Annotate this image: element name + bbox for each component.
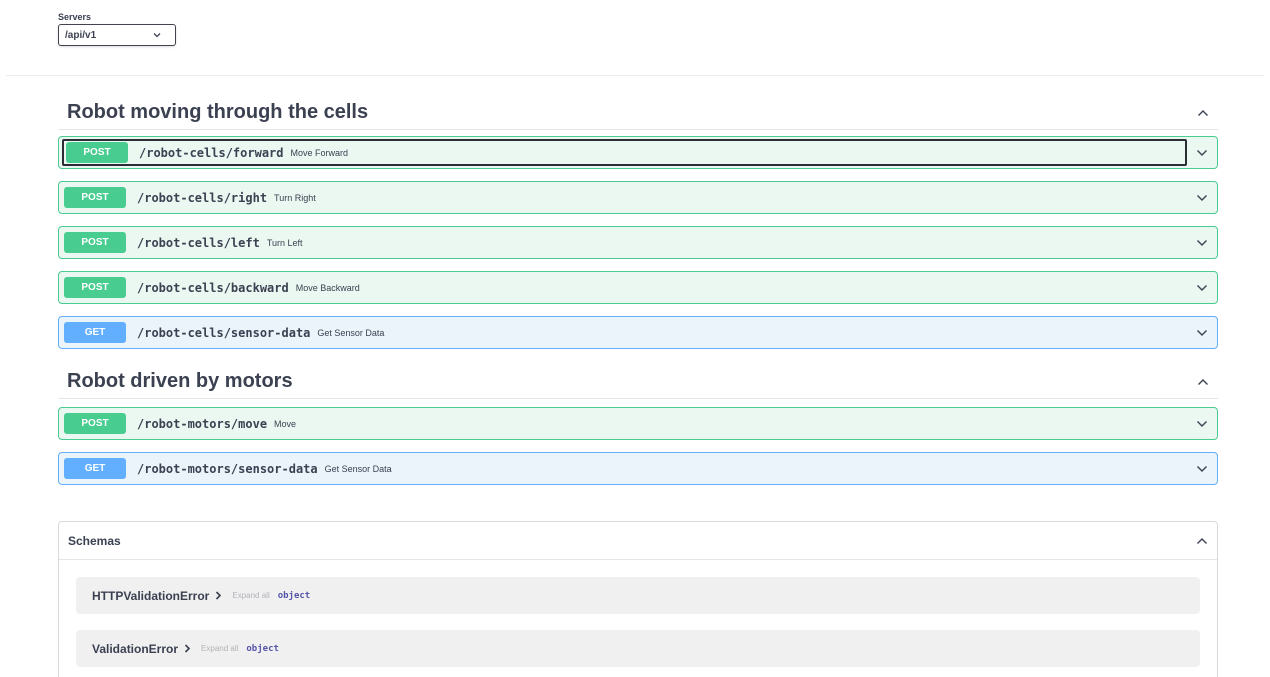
method-badge: POST xyxy=(64,232,126,253)
operation-summary-text: Move Backward xyxy=(295,282,360,293)
chevron-down-icon[interactable] xyxy=(1187,137,1217,168)
expand-all-link[interactable]: Expand all xyxy=(201,644,238,653)
schemas-header[interactable]: Schemas xyxy=(59,522,1217,560)
operation-get-robot-cells-sensor-data[interactable]: GET /robot-cells/sensor-data Get Sensor … xyxy=(58,316,1218,349)
chevron-down-icon[interactable] xyxy=(1187,453,1217,484)
tag-title: Robot driven by motors xyxy=(67,370,293,392)
chevron-down-icon[interactable] xyxy=(1187,182,1217,213)
method-badge: POST xyxy=(66,142,128,163)
schema-name[interactable]: ValidationError xyxy=(92,642,178,656)
method-badge: GET xyxy=(64,458,126,479)
tag-header-robot-motors[interactable]: Robot driven by motors xyxy=(58,365,1218,399)
operation-path: /robot-motors/move xyxy=(137,416,268,431)
schema-name[interactable]: HTTPValidationError xyxy=(92,589,209,603)
operation-summary-text: Turn Right xyxy=(274,192,316,203)
operation-post-robot-cells-left[interactable]: POST /robot-cells/left Turn Left xyxy=(58,226,1218,259)
operation-summary[interactable]: POST /robot-cells/forward Move Forward xyxy=(62,139,1187,166)
operation-summary[interactable]: POST /robot-cells/right Turn Right xyxy=(62,184,1187,211)
operation-summary-text: Turn Left xyxy=(266,237,303,248)
chevron-down-icon xyxy=(153,32,161,38)
schema-type: object xyxy=(246,643,279,654)
method-badge: POST xyxy=(64,187,126,208)
chevron-up-icon[interactable] xyxy=(1188,378,1218,386)
operation-summary[interactable]: GET /robot-cells/sensor-data Get Sensor … xyxy=(62,319,1187,346)
method-badge: GET xyxy=(64,322,126,343)
chevron-down-icon[interactable] xyxy=(1187,408,1217,439)
schemas-title: Schemas xyxy=(68,533,121,548)
chevron-right-icon[interactable] xyxy=(215,591,222,600)
operation-summary-text: Get Sensor Data xyxy=(324,463,392,474)
operation-summary-text: Move xyxy=(274,418,297,429)
operation-path: /robot-cells/forward xyxy=(139,145,284,160)
schemas-section: Schemas HTTPValidationError Expand all o… xyxy=(58,521,1218,677)
operation-summary[interactable]: POST /robot-cells/backward Move Backward xyxy=(62,274,1187,301)
chevron-down-icon[interactable] xyxy=(1187,227,1217,258)
operation-summary[interactable]: GET /robot-motors/sensor-data Get Sensor… xyxy=(62,455,1187,482)
expand-all-link[interactable]: Expand all xyxy=(232,591,269,600)
operation-summary-text: Move Forward xyxy=(290,147,349,158)
servers-label: Servers xyxy=(58,12,92,22)
tag-title: Robot moving through the cells xyxy=(67,101,369,123)
operation-post-robot-motors-move[interactable]: POST /robot-motors/move Move xyxy=(58,407,1218,440)
method-badge: POST xyxy=(64,413,126,434)
operation-path: /robot-cells/left xyxy=(137,235,260,250)
operation-summary[interactable]: POST /robot-cells/left Turn Left xyxy=(62,229,1187,256)
chevron-up-icon[interactable] xyxy=(1187,537,1217,545)
method-badge: POST xyxy=(64,277,126,298)
header-divider xyxy=(6,75,1264,76)
operation-get-robot-motors-sensor-data[interactable]: GET /robot-motors/sensor-data Get Sensor… xyxy=(58,452,1218,485)
chevron-down-icon[interactable] xyxy=(1187,317,1217,348)
schema-type: object xyxy=(277,590,311,601)
operation-summary-text: Get Sensor Data xyxy=(317,327,385,338)
operation-path: /robot-cells/right xyxy=(137,190,268,205)
operation-post-robot-cells-backward[interactable]: POST /robot-cells/backward Move Backward xyxy=(58,271,1218,304)
schema-item-validationerror[interactable]: ValidationError Expand all object xyxy=(76,630,1200,667)
tag-header-robot-cells[interactable]: Robot moving through the cells xyxy=(58,96,1218,130)
servers-selected-value: /api/v1 xyxy=(65,29,97,41)
operation-path: /robot-cells/sensor-data xyxy=(137,325,311,340)
servers-section: Servers /api/v1 xyxy=(58,12,176,46)
chevron-up-icon[interactable] xyxy=(1188,109,1218,117)
operation-post-robot-cells-forward[interactable]: POST /robot-cells/forward Move Forward xyxy=(58,136,1218,169)
operation-path: /robot-cells/backward xyxy=(137,280,289,295)
operation-path: /robot-motors/sensor-data xyxy=(137,461,318,476)
operation-summary[interactable]: POST /robot-motors/move Move xyxy=(62,410,1187,437)
servers-select[interactable]: /api/v1 xyxy=(58,24,176,46)
chevron-right-icon[interactable] xyxy=(184,644,191,653)
chevron-down-icon[interactable] xyxy=(1187,272,1217,303)
schema-item-httpvalidationerror[interactable]: HTTPValidationError Expand all object xyxy=(76,577,1200,614)
operation-post-robot-cells-right[interactable]: POST /robot-cells/right Turn Right xyxy=(58,181,1218,214)
